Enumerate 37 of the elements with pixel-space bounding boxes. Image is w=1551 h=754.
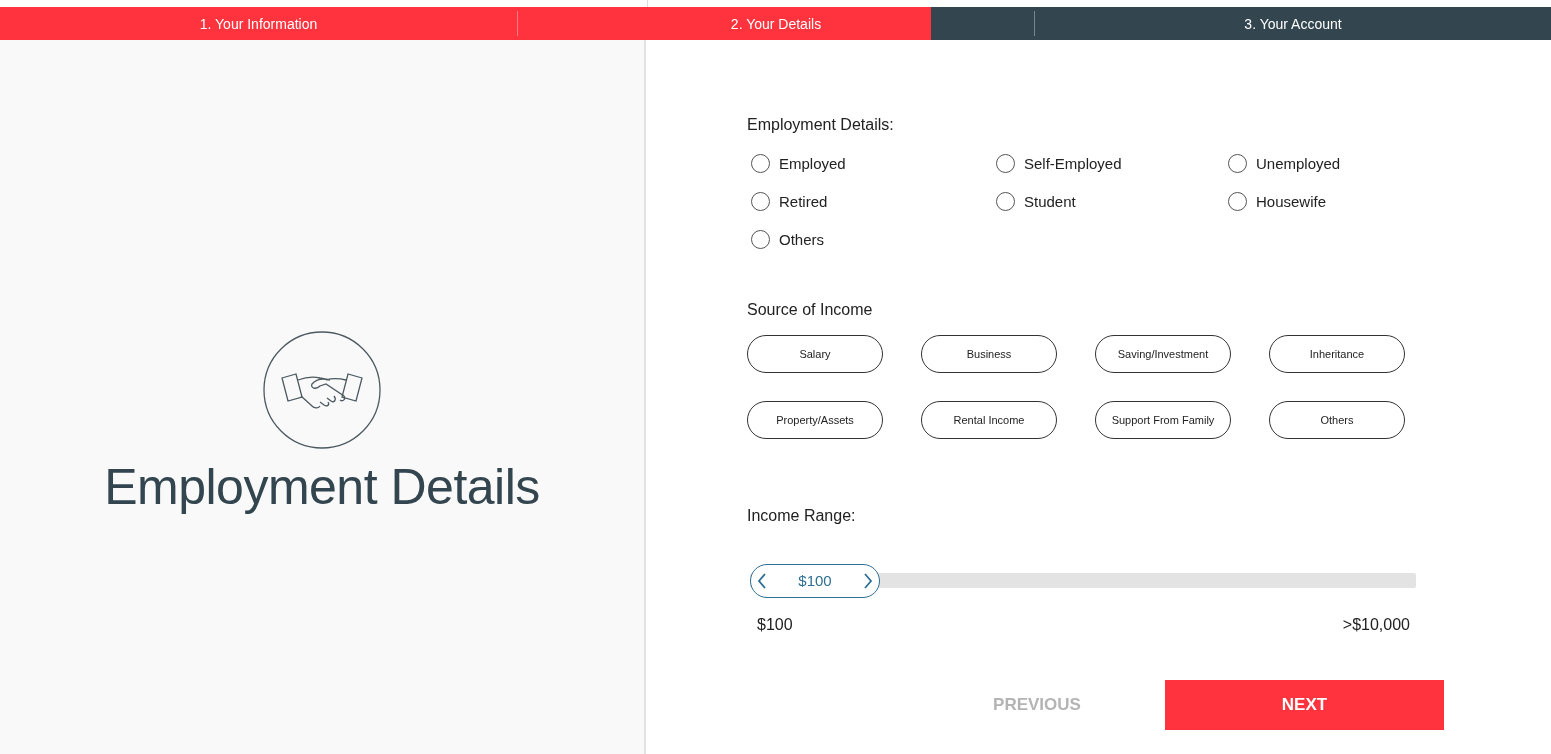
radio-button[interactable] [751, 154, 770, 173]
chevron-right-icon [863, 572, 873, 589]
next-button[interactable]: NEXT [1165, 680, 1444, 730]
option-chip[interactable]: Property/Assets [747, 401, 883, 439]
radio-button[interactable] [1228, 154, 1247, 173]
option-chip[interactable]: Others [1269, 401, 1405, 439]
option-chip[interactable]: Saving/Investment [1095, 335, 1231, 373]
section-title: Employment Details [104, 458, 540, 516]
radio-button[interactable] [996, 192, 1015, 211]
radio-label: Employed [779, 155, 846, 172]
step-label: 1. Your Information [198, 14, 319, 34]
range-max-label: >$10,000 [1342, 616, 1410, 634]
option-chip[interactable]: Rental Income [921, 401, 1057, 439]
radio-label: Self-Employed [1024, 155, 1122, 172]
slider-thumb[interactable]: $100 [750, 563, 880, 598]
step-label: 3. Your Account [1034, 11, 1551, 36]
handshake-icon [262, 330, 382, 450]
option-chip[interactable]: Inheritance [1269, 335, 1405, 373]
radio-label: Retired [779, 193, 828, 210]
slider-value: $100 [798, 572, 832, 589]
radio-button[interactable] [996, 154, 1015, 173]
chevron-left-icon [757, 572, 767, 589]
field-label: Income Range: [747, 507, 857, 525]
field-label: Employment Details: [747, 116, 895, 134]
option-chip[interactable]: Support From Family [1095, 401, 1231, 439]
radio-label: Unemployed [1256, 155, 1341, 172]
radio-button[interactable] [751, 192, 770, 211]
radio-button[interactable] [1228, 192, 1247, 211]
option-chip[interactable]: Business [921, 335, 1057, 373]
step-label: 2. Your Details [517, 11, 1034, 36]
option-chip[interactable]: Salary [747, 335, 883, 373]
radio-label: Housewife [1256, 193, 1327, 210]
radio-label: Others [779, 231, 824, 248]
field-label: Source of Income [747, 301, 874, 319]
radio-button[interactable] [751, 230, 770, 249]
radio-label: Student [1024, 193, 1076, 210]
range-min-label: $100 [757, 616, 793, 634]
